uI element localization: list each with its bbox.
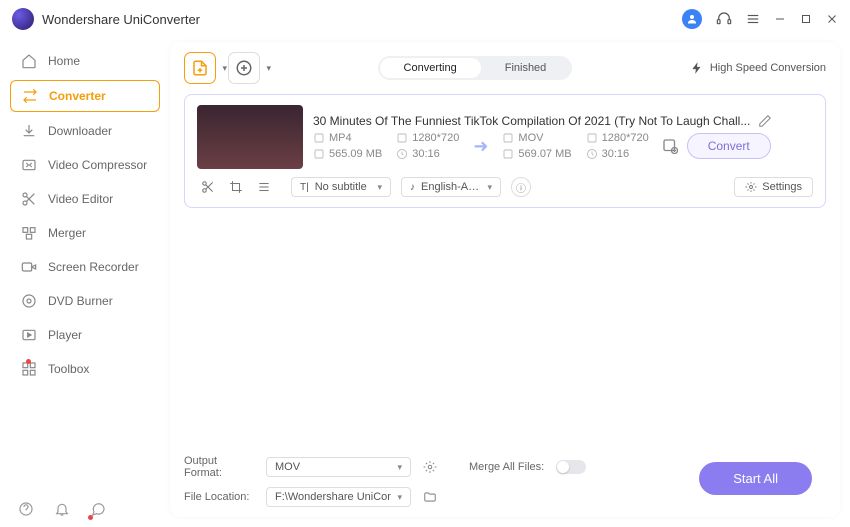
maximize-icon[interactable] xyxy=(800,13,812,25)
tab-converting[interactable]: Converting xyxy=(380,58,481,78)
add-file-button[interactable]: ▾ xyxy=(184,52,216,84)
sidebar-item-merger[interactable]: Merger xyxy=(10,218,160,248)
start-all-button[interactable]: Start All xyxy=(699,462,812,495)
format-settings-icon[interactable] xyxy=(423,460,437,474)
sidebar-item-label: Converter xyxy=(49,89,106,103)
minimize-icon[interactable] xyxy=(774,13,786,25)
bell-icon[interactable] xyxy=(54,501,70,517)
audio-value: English-Advan... xyxy=(421,181,481,193)
record-icon xyxy=(20,259,38,275)
high-speed-toggle[interactable]: High Speed Conversion xyxy=(690,61,826,75)
file-card: 30 Minutes Of The Funniest TikTok Compil… xyxy=(184,94,826,208)
converter-icon xyxy=(21,88,39,104)
sidebar-item-editor[interactable]: Video Editor xyxy=(10,184,160,214)
titlebar: Wondershare UniConverter xyxy=(0,0,850,38)
sidebar-item-downloader[interactable]: Downloader xyxy=(10,116,160,146)
home-icon xyxy=(20,53,38,69)
file-title: 30 Minutes Of The Funniest TikTok Compil… xyxy=(313,114,750,128)
convert-button[interactable]: Convert xyxy=(687,133,771,159)
sidebar-item-player[interactable]: Player xyxy=(10,320,160,350)
sidebar-item-label: Downloader xyxy=(48,124,112,138)
dst-size: 569.07 MB xyxy=(518,148,571,160)
sidebar-item-label: Video Editor xyxy=(48,192,113,206)
preset-settings-icon[interactable] xyxy=(661,137,679,155)
src-resolution: 1280*720 xyxy=(412,132,459,144)
file-location-label: File Location: xyxy=(184,491,254,503)
merge-icon xyxy=(20,225,38,241)
content-area: ▾ ▾ Converting Finished High Speed Conve… xyxy=(170,42,840,517)
download-icon xyxy=(20,123,38,139)
sidebar-item-label: Player xyxy=(48,328,82,342)
crop-icon[interactable] xyxy=(229,180,243,194)
dst-duration: 30:16 xyxy=(602,148,630,160)
bolt-icon xyxy=(690,61,704,75)
headset-icon[interactable] xyxy=(716,11,732,27)
user-avatar[interactable] xyxy=(682,9,702,29)
play-icon xyxy=(20,327,38,343)
edit-title-icon[interactable] xyxy=(758,114,772,128)
src-duration: 30:16 xyxy=(412,148,440,160)
sidebar-item-home[interactable]: Home xyxy=(10,46,160,76)
src-size: 565.09 MB xyxy=(329,148,382,160)
info-button[interactable]: ⓘ xyxy=(511,177,531,197)
sidebar-item-label: Screen Recorder xyxy=(48,260,139,274)
effects-icon[interactable] xyxy=(257,180,271,194)
product-name: Wondershare UniConverter xyxy=(42,12,200,27)
src-format: MP4 xyxy=(329,132,352,144)
status-tabs: Converting Finished xyxy=(378,56,573,80)
disc-icon xyxy=(20,293,38,309)
dst-resolution: 1280*720 xyxy=(602,132,649,144)
grid-icon xyxy=(20,361,38,377)
trim-icon[interactable] xyxy=(201,180,215,194)
sidebar-item-label: Toolbox xyxy=(48,362,89,376)
subtitle-value: No subtitle xyxy=(315,181,367,193)
add-circle-button[interactable]: ▾ xyxy=(228,52,260,84)
dst-format: MOV xyxy=(518,132,543,144)
menu-icon[interactable] xyxy=(746,12,760,26)
app-logo xyxy=(12,8,34,30)
settings-label: Settings xyxy=(762,181,802,193)
output-format-label: Output Format: xyxy=(184,455,254,479)
close-icon[interactable] xyxy=(826,13,838,25)
file-location-value: F:\Wondershare UniConverter xyxy=(275,491,391,503)
high-speed-label: High Speed Conversion xyxy=(710,62,826,74)
message-icon[interactable] xyxy=(90,501,106,517)
open-folder-icon[interactable] xyxy=(423,490,437,504)
output-format-select[interactable]: MOV▾ xyxy=(266,457,411,477)
sidebar-item-recorder[interactable]: Screen Recorder xyxy=(10,252,160,282)
scissors-icon xyxy=(20,191,38,207)
merge-toggle[interactable] xyxy=(556,460,586,474)
file-location-select[interactable]: F:\Wondershare UniConverter▾ xyxy=(266,487,411,507)
sidebar-item-label: Video Compressor xyxy=(48,158,147,172)
output-format-value: MOV xyxy=(275,461,300,473)
file-settings-button[interactable]: Settings xyxy=(734,177,813,197)
sidebar-item-dvd[interactable]: DVD Burner xyxy=(10,286,160,316)
sidebar-item-label: Merger xyxy=(48,226,86,240)
video-thumbnail[interactable] xyxy=(197,105,303,169)
arrow-icon: ➜ xyxy=(473,136,488,157)
sidebar: Home Converter Downloader Video Compress… xyxy=(0,38,170,527)
compress-icon xyxy=(20,157,38,173)
subtitle-select[interactable]: T|No subtitle▾ xyxy=(291,177,391,197)
sidebar-item-toolbox[interactable]: Toolbox xyxy=(10,354,160,384)
sidebar-item-converter[interactable]: Converter xyxy=(10,80,160,112)
merge-label: Merge All Files: xyxy=(469,461,544,473)
tab-finished[interactable]: Finished xyxy=(481,58,571,78)
sidebar-item-compressor[interactable]: Video Compressor xyxy=(10,150,160,180)
help-icon[interactable] xyxy=(18,501,34,517)
audio-select[interactable]: ♪English-Advan...▾ xyxy=(401,177,501,197)
sidebar-item-label: DVD Burner xyxy=(48,294,113,308)
sidebar-item-label: Home xyxy=(48,54,80,68)
